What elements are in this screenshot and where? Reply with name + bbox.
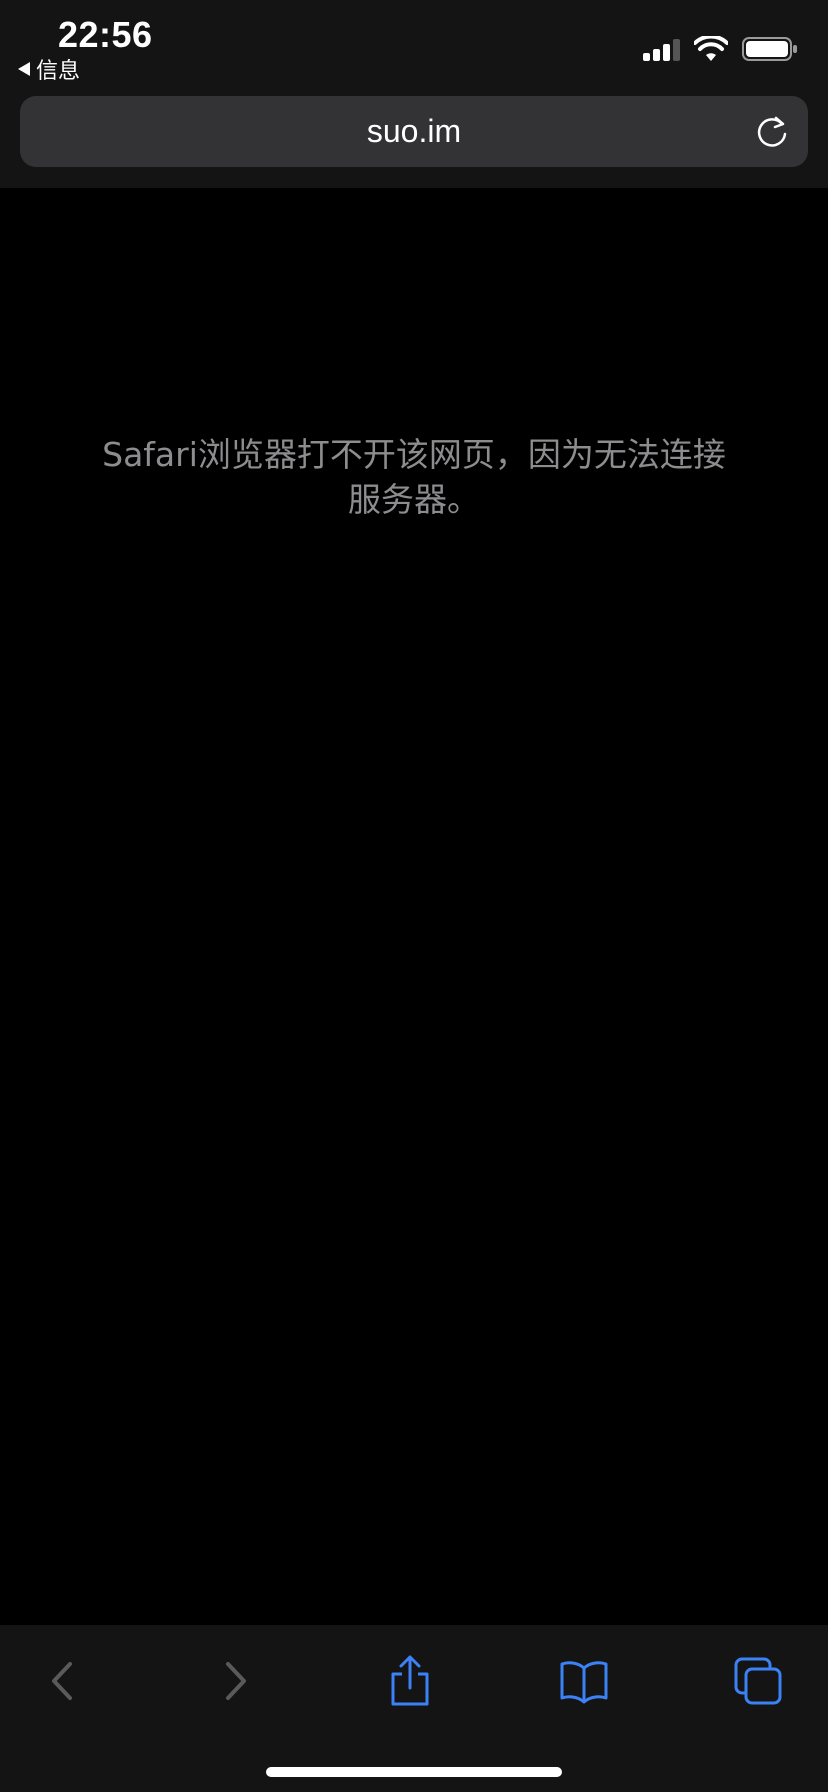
back-button[interactable] — [32, 1651, 92, 1711]
address-url[interactable]: suo.im — [20, 96, 808, 167]
bookmarks-icon — [560, 1661, 608, 1704]
bookmarks-button[interactable] — [554, 1651, 614, 1711]
address-bar[interactable]: suo.im — [20, 96, 808, 167]
tabs-button[interactable] — [728, 1651, 788, 1711]
status-icons — [643, 36, 798, 62]
share-button[interactable] — [380, 1651, 440, 1711]
battery-icon — [742, 37, 797, 61]
error-message: Safari浏览器打不开该网页，因为无法连接服务器。 — [102, 435, 726, 519]
home-indicator — [266, 1767, 562, 1777]
back-icon — [52, 1662, 72, 1700]
bottom-toolbar — [0, 1625, 828, 1792]
back-to-app-button[interactable]: 信息 — [18, 54, 80, 84]
back-to-app-label: 信息 — [36, 59, 81, 84]
forward-icon — [226, 1662, 246, 1700]
wifi-icon — [694, 36, 728, 61]
forward-button[interactable] — [206, 1651, 266, 1711]
top-chrome: 22:56 信息 suo.im — [0, 0, 828, 188]
status-time: 22:56 — [58, 14, 153, 55]
back-triangle-icon — [18, 62, 30, 76]
cellular-signal-icon — [643, 37, 680, 61]
tabs-icon — [734, 1657, 782, 1705]
reload-icon[interactable] — [752, 112, 792, 152]
share-icon — [391, 1655, 429, 1706]
